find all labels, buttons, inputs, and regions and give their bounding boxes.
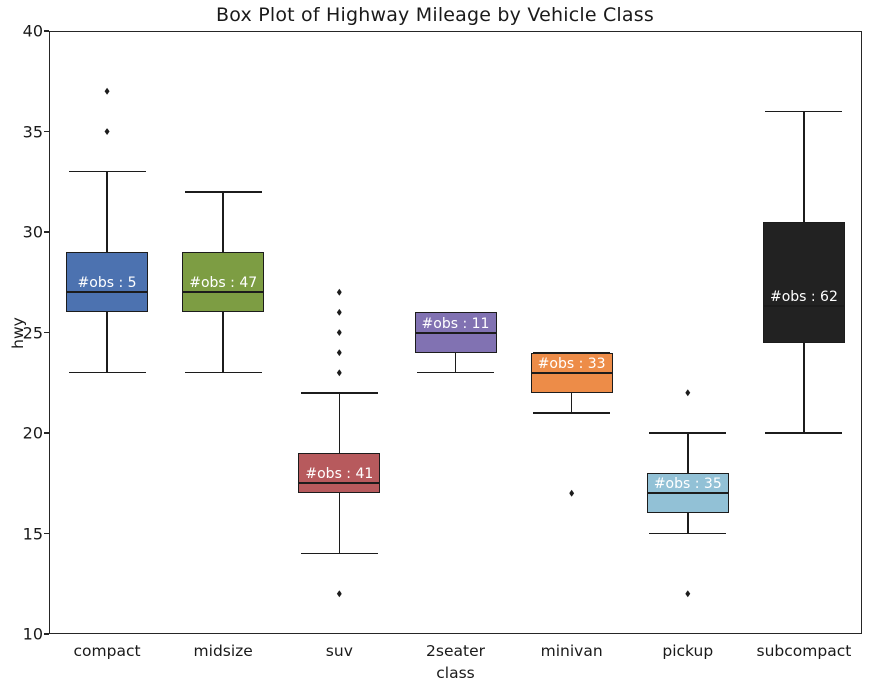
x-tick-label-subcompact: subcompact bbox=[756, 642, 852, 660]
whisker-upper bbox=[338, 392, 341, 454]
cap-lower bbox=[184, 371, 262, 374]
cap-lower bbox=[765, 432, 843, 434]
y-tick-label: 40 bbox=[22, 21, 43, 41]
box-subcompact[interactable] bbox=[762, 221, 845, 343]
y-tick-label: 30 bbox=[22, 222, 43, 242]
x-axis-label: class bbox=[436, 664, 475, 682]
whisker-lower bbox=[106, 312, 108, 373]
y-tick-mark bbox=[44, 231, 49, 233]
whisker-lower bbox=[222, 312, 224, 373]
median-line bbox=[182, 291, 265, 294]
median-line bbox=[298, 482, 381, 485]
cap-upper bbox=[649, 432, 727, 434]
x-tick-label-midsize: midsize bbox=[193, 642, 253, 660]
whisker-lower bbox=[686, 513, 689, 534]
cap-upper bbox=[184, 191, 262, 193]
y-tick-label: 15 bbox=[22, 524, 43, 543]
cap-upper bbox=[300, 392, 378, 394]
box-compact[interactable] bbox=[66, 252, 149, 313]
box-suv[interactable] bbox=[298, 453, 381, 494]
y-tick-mark bbox=[44, 30, 49, 32]
median-line bbox=[66, 291, 149, 294]
cap-lower bbox=[68, 371, 146, 374]
y-axis-ticks: 10 15 20 25 30 35 40 bbox=[0, 0, 43, 691]
cap-lower bbox=[533, 412, 611, 414]
x-tick-label-minivan: minivan bbox=[540, 642, 603, 660]
median-line bbox=[762, 305, 845, 308]
median-line bbox=[530, 371, 613, 374]
y-tick-label: 25 bbox=[22, 323, 43, 342]
cap-lower bbox=[416, 371, 495, 374]
whisker-lower bbox=[454, 352, 457, 373]
y-tick-label: 20 bbox=[22, 423, 43, 443]
y-tick-label: 35 bbox=[22, 122, 43, 141]
x-tick-label-suv: suv bbox=[325, 642, 353, 660]
cap-upper bbox=[68, 170, 146, 173]
whisker-lower bbox=[338, 493, 341, 554]
chart-title: Box Plot of Highway Mileage by Vehicle C… bbox=[216, 4, 654, 26]
y-tick-mark bbox=[44, 532, 49, 535]
cap-upper bbox=[765, 110, 843, 113]
x-tick-label-pickup: pickup bbox=[662, 642, 714, 660]
whisker-upper bbox=[803, 111, 805, 222]
whisker-lower bbox=[803, 342, 805, 433]
whisker-upper bbox=[686, 433, 689, 474]
x-tick-label-2seater: 2seater bbox=[426, 642, 485, 660]
whisker-lower bbox=[570, 392, 573, 413]
median-line bbox=[414, 331, 497, 334]
y-tick-mark bbox=[44, 633, 49, 635]
y-tick-mark bbox=[44, 432, 49, 434]
median-line bbox=[646, 492, 729, 495]
whisker-upper bbox=[106, 171, 108, 253]
y-tick-mark bbox=[44, 130, 49, 133]
x-tick-label-compact: compact bbox=[73, 642, 141, 660]
y-tick-mark bbox=[44, 331, 49, 334]
cap-lower bbox=[300, 552, 378, 555]
whisker-upper bbox=[222, 191, 224, 253]
cap-lower bbox=[649, 532, 727, 535]
box-plot-figure: Box Plot of Highway Mileage by Vehicle C… bbox=[0, 0, 870, 691]
y-tick-label: 10 bbox=[22, 624, 43, 644]
box-midsize[interactable] bbox=[182, 252, 265, 313]
